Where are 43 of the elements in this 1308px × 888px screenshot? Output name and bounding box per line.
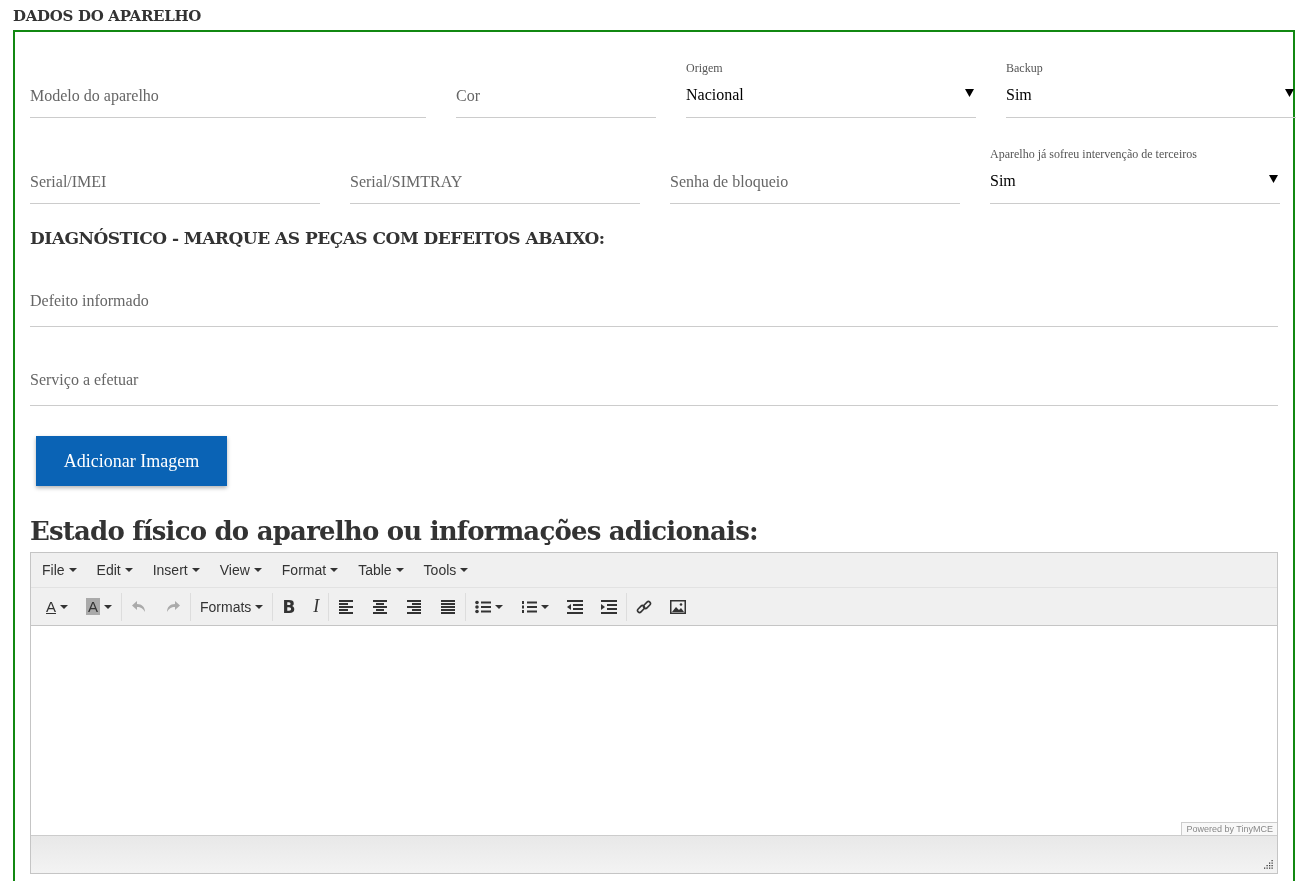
redo-icon [165, 599, 182, 614]
menu-item[interactable]: File [42, 562, 77, 578]
align-justify-icon [440, 599, 457, 614]
image-icon [670, 599, 687, 614]
menu-item[interactable]: Format [281, 562, 339, 578]
numbered-list-icon [521, 599, 538, 614]
undo-icon [131, 599, 148, 614]
text-field[interactable]: Senha de bloqueio [670, 160, 960, 204]
menu-item[interactable]: Table [358, 562, 404, 578]
text-field[interactable]: Serial/SIMTRAY [350, 160, 640, 204]
menu-item[interactable]: View [219, 562, 262, 578]
menu-item[interactable]: Edit [96, 562, 133, 578]
dropdown-arrow-icon [1285, 88, 1294, 97]
add-image-button[interactable]: Adicionar Imagem [36, 436, 227, 486]
indent-icon [601, 599, 618, 614]
dropdown-arrow-icon [1269, 174, 1278, 183]
resize-handle-icon[interactable] [1264, 860, 1274, 870]
text-field[interactable]: Defeito informado [30, 271, 1278, 327]
align-center-icon [372, 599, 389, 614]
formats-button[interactable]: Formats [191, 593, 273, 620]
menu-item[interactable]: Tools [423, 562, 469, 578]
select-field[interactable]: Origem Nacional [686, 57, 976, 118]
align-left-icon [338, 599, 355, 614]
text-field[interactable]: Serial/IMEI [30, 160, 320, 204]
text-field[interactable]: Modelo do aparelho [30, 74, 426, 118]
branding-label: Powered by TinyMCE [1181, 822, 1277, 835]
select-field[interactable]: Aparelho já sofreu intervenção de terceiros Sim [990, 143, 1280, 204]
align-right-icon [406, 599, 423, 614]
text-color-button[interactable]: A [37, 593, 77, 620]
outdent-icon [567, 599, 584, 614]
text-field[interactable]: Serviço a efetuar [30, 350, 1278, 406]
text-field[interactable]: Cor [456, 74, 656, 118]
menu-item[interactable]: Insert [152, 562, 200, 578]
bold-button[interactable]: B [273, 593, 305, 620]
bg-color-button[interactable]: A [77, 593, 122, 620]
dropdown-arrow-icon [965, 88, 974, 97]
link-icon [636, 598, 653, 615]
italic-button[interactable]: I [304, 593, 329, 620]
section-heading: DADOS DO APARELHO [12, 6, 203, 27]
select-field[interactable]: Backup Sim [1006, 57, 1296, 118]
bullet-list-icon [475, 599, 492, 614]
editor-heading: Estado físico do aparelho ou informações adicionais: [30, 516, 759, 546]
diagnosis-heading: DIAGNÓSTICO - MARQUE AS PEÇAS COM DEFEITOS ABAIXO: [30, 228, 606, 250]
